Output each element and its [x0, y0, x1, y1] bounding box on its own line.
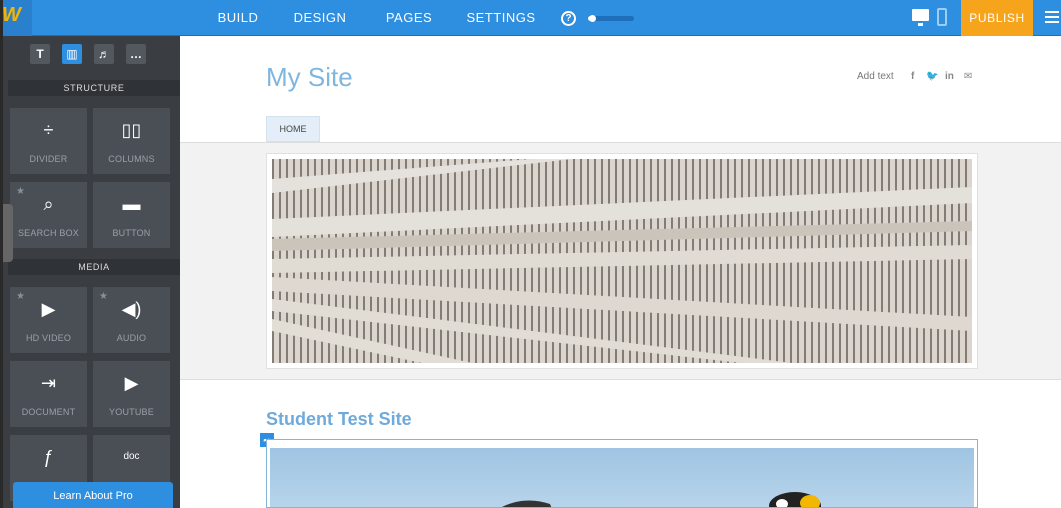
youtube-icon: ▶	[124, 373, 139, 393]
more-tab-icon[interactable]: …	[126, 44, 146, 64]
menu-icon[interactable]	[1045, 11, 1059, 23]
tile-document[interactable]: ⇥ DOCUMENT	[10, 361, 87, 427]
setup-progress-bar[interactable]	[588, 15, 634, 22]
twitter-icon[interactable]: 🐦	[926, 71, 938, 82]
document-icon: ⇥	[40, 373, 57, 393]
mobile-view-icon[interactable]	[937, 8, 947, 26]
doc-embed-icon: doc	[123, 451, 140, 462]
section-title[interactable]: Student Test Site	[266, 409, 412, 430]
tile-label: YOUTUBE	[109, 407, 154, 417]
site-canvas: My Site Add text f 🐦 in ✉ HOME Student T…	[180, 36, 1061, 508]
publish-button[interactable]: PUBLISH	[961, 0, 1033, 36]
button-icon: ▬	[122, 194, 141, 214]
logo-glyph: W	[2, 4, 21, 26]
content-image-graphic	[502, 492, 821, 507]
header-add-text[interactable]: Add text	[857, 71, 894, 82]
tile-columns[interactable]: ▯▯ COLUMNS	[93, 108, 170, 174]
columns-icon: ▯▯	[121, 120, 142, 140]
sidebar-tool-tabs: T ▥ ♬ …	[3, 36, 180, 74]
site-title[interactable]: My Site	[266, 62, 353, 93]
tile-label: DIVIDER	[29, 154, 68, 164]
tile-label: DOCUMENT	[21, 407, 76, 417]
top-bar: W BUILD DESIGN PAGES SETTINGS ? PUBLISH	[0, 0, 1061, 36]
tile-label: SEARCH BOX	[17, 228, 79, 238]
learn-about-pro-button[interactable]: Learn About Pro	[13, 482, 173, 508]
section-heading-structure: STRUCTURE	[8, 80, 180, 96]
banner-frame[interactable]	[266, 153, 978, 369]
facebook-icon[interactable]: f	[911, 71, 914, 82]
desktop-view-icon[interactable]	[912, 9, 929, 26]
nav-settings[interactable]: SETTINGS	[463, 0, 539, 36]
sidebar-collapse-handle[interactable]	[3, 204, 13, 262]
help-icon[interactable]: ?	[561, 11, 576, 26]
weebly-logo[interactable]: W	[0, 0, 32, 36]
progress-dot	[588, 15, 596, 22]
nav-build[interactable]: BUILD	[208, 0, 268, 36]
banner-image	[272, 159, 972, 363]
tile-hd-video[interactable]: ★ ▶ HD VIDEO	[10, 287, 87, 353]
tile-label: HD VIDEO	[25, 333, 72, 343]
tile-label: BUTTON	[112, 228, 151, 238]
content-image	[270, 448, 974, 507]
search-icon: ⌕	[43, 194, 54, 214]
section-heading-media: MEDIA	[8, 259, 180, 275]
tile-button[interactable]: ▬ BUTTON	[93, 182, 170, 248]
tile-search-box[interactable]: ★ ⌕ SEARCH BOX	[10, 182, 87, 248]
tile-label: COLUMNS	[108, 154, 155, 164]
email-icon[interactable]: ✉	[964, 71, 972, 82]
video-icon: ▶	[41, 299, 56, 319]
tile-label: AUDIO	[116, 333, 147, 343]
wood-beams-graphic	[272, 159, 972, 363]
banner-band	[180, 142, 1061, 380]
nav-design[interactable]: DESIGN	[287, 0, 353, 36]
nav-tab-home[interactable]: HOME	[266, 116, 320, 142]
tile-youtube[interactable]: ▶ YOUTUBE	[93, 361, 170, 427]
divider-icon: ÷	[43, 120, 54, 140]
tile-audio[interactable]: ★ ◀) AUDIO	[93, 287, 170, 353]
selected-image-block[interactable]	[266, 439, 978, 508]
tile-divider[interactable]: ÷ DIVIDER	[10, 108, 87, 174]
linkedin-icon[interactable]: in	[945, 71, 954, 82]
layout-tab-icon[interactable]: ▥	[62, 44, 82, 64]
media-tab-icon[interactable]: ♬	[94, 44, 114, 64]
audio-icon: ◀)	[121, 299, 142, 319]
nav-pages[interactable]: PAGES	[379, 0, 439, 36]
flash-icon: ƒ	[43, 447, 54, 467]
element-sidebar: T ▥ ♬ … STRUCTURE ÷ DIVIDER ▯▯ COLUMNS ★…	[3, 36, 180, 508]
text-tab-icon[interactable]: T	[30, 44, 50, 64]
